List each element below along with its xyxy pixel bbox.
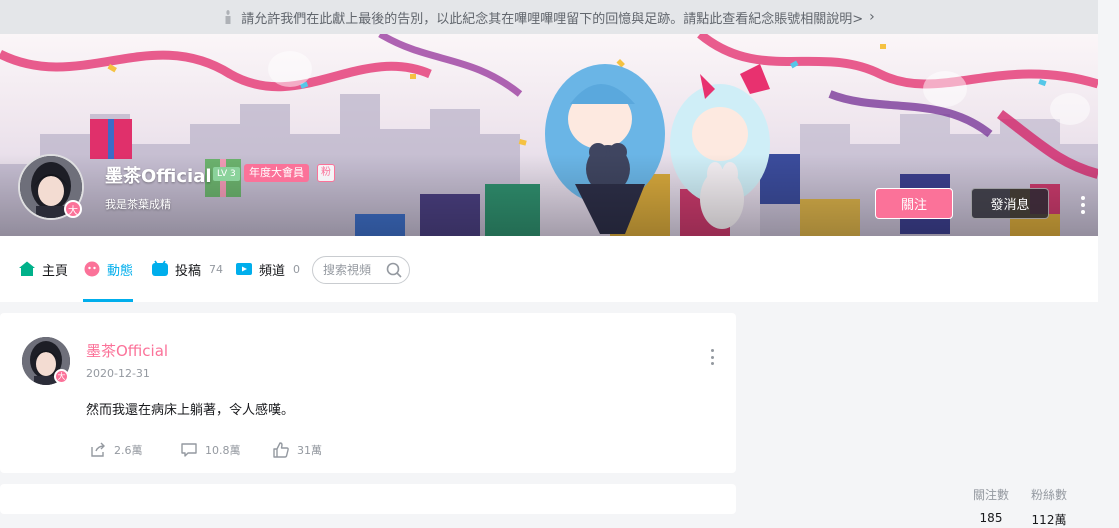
- tab-uploads[interactable]: 投稿 74: [151, 236, 223, 302]
- search-icon[interactable]: [385, 261, 403, 279]
- following-stat[interactable]: 關注數 185: [961, 486, 1021, 525]
- tab-home-label: 主頁: [42, 263, 69, 279]
- tab-dynamic[interactable]: 動態: [83, 236, 133, 302]
- vip-badge[interactable]: 年度大會員: [244, 164, 309, 182]
- memorial-notice-bar[interactable]: 請允許我們在此獻上最後的告別，以此紀念其在嗶哩嗶哩留下的回憶與足跡。請點此查看紀…: [0, 0, 1098, 34]
- thumbs-up-icon: [273, 442, 289, 458]
- following-count: 185: [979, 511, 1003, 525]
- level-badge: LV 3: [213, 167, 240, 181]
- official-badge-icon: 大: [64, 200, 82, 218]
- tab-home[interactable]: 主頁: [18, 236, 68, 302]
- profile-signature: 我是茶葉成精: [105, 198, 171, 211]
- post-date[interactable]: 2020-12-31: [86, 367, 150, 380]
- post-official-badge-icon: 大: [54, 369, 69, 384]
- dynamic-icon: [84, 261, 100, 277]
- fans-stat[interactable]: 粉絲數 112萬: [1019, 486, 1079, 528]
- uploads-count: 74: [209, 262, 224, 276]
- profile-username: 墨茶Official: [105, 166, 212, 187]
- like-count: 31萬: [297, 444, 322, 457]
- tab-channel[interactable]: 頻道 0: [235, 236, 300, 302]
- profile-nav-bar: 主頁 動態 投稿 74 頻道 0 關注數 185 粉絲數 112萬: [0, 236, 1098, 527]
- memorial-notice-text: 請允許我們在此獻上最後的告別，以此紀念其在嗶哩嗶哩留下的回憶與足跡。請點此查看紀…: [241, 11, 864, 27]
- more-options-icon[interactable]: [1074, 194, 1092, 216]
- channel-count: 0: [293, 262, 301, 276]
- video-upload-icon: [152, 260, 168, 276]
- comment-button[interactable]: 10.8萬: [180, 441, 241, 459]
- send-message-button[interactable]: 發消息: [971, 188, 1049, 219]
- fans-count: 112萬: [1031, 513, 1067, 527]
- comment-icon: [181, 443, 197, 457]
- active-tab-indicator: [83, 299, 133, 302]
- share-button[interactable]: 2.6萬: [89, 441, 143, 459]
- chevron-right-icon: ›: [869, 9, 875, 25]
- following-label: 關注數: [972, 488, 1009, 502]
- fan-medal-badge[interactable]: 粉: [317, 164, 335, 182]
- video-search-box[interactable]: [312, 256, 410, 284]
- fans-label: 粉絲數: [1030, 488, 1067, 502]
- tab-dynamic-label: 動態: [107, 263, 134, 279]
- post-more-options-icon[interactable]: [706, 346, 718, 368]
- home-icon: [19, 261, 35, 276]
- tab-channel-label: 頻道: [259, 263, 286, 279]
- post-content: 然而我還在病床上躺著，令人感嘆。: [86, 403, 295, 418]
- next-post-card: [0, 484, 736, 514]
- post-author-name[interactable]: 墨茶Official: [86, 340, 168, 361]
- candle-icon: [225, 10, 231, 24]
- share-icon: [91, 442, 105, 457]
- tab-uploads-label: 投稿: [175, 263, 202, 279]
- like-button[interactable]: 31萬: [272, 441, 322, 459]
- share-count: 2.6萬: [114, 444, 143, 457]
- search-input[interactable]: [323, 263, 383, 277]
- follow-button[interactable]: 關注: [875, 188, 953, 219]
- comment-count: 10.8萬: [205, 444, 241, 457]
- channel-icon: [236, 263, 252, 275]
